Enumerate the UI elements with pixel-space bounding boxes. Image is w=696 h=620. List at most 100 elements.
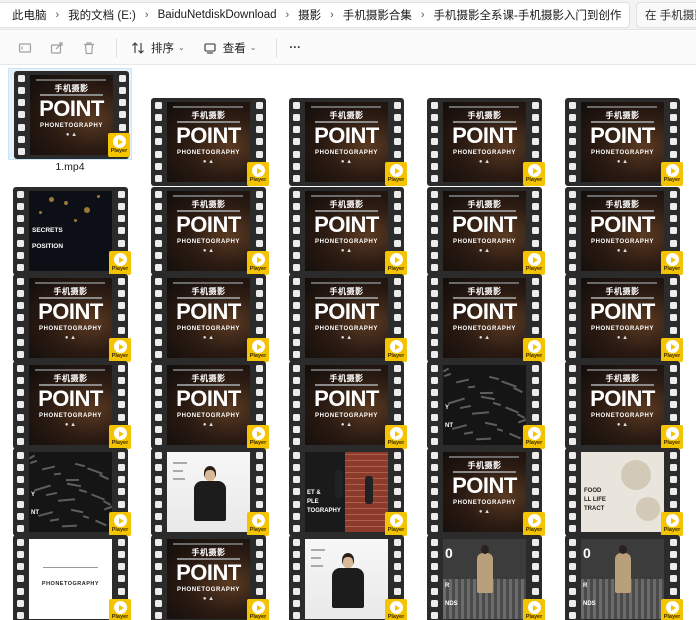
video-thumbnail[interactable]: ET & PLE TOGRAPHY Player bbox=[284, 446, 408, 538]
thumbnail-subtitle-text: PHONETOGRAPHY bbox=[314, 150, 379, 156]
film-sprocket-hole bbox=[430, 102, 438, 109]
film-sprocket-hole bbox=[118, 75, 126, 82]
video-thumbnail[interactable]: 0 R NDS Player bbox=[422, 533, 546, 620]
thumbnail-caption-line bbox=[173, 478, 185, 480]
player-app-icon: Player bbox=[523, 599, 545, 620]
video-thumbnail[interactable]: 0 R NDS Player bbox=[560, 533, 684, 620]
breadcrumb-chevron-icon[interactable]: › bbox=[625, 9, 629, 21]
breadcrumb-chevron-icon[interactable]: › bbox=[51, 9, 65, 21]
thumbnail-caption-line bbox=[173, 470, 183, 472]
video-thumbnail[interactable]: 手机摄影 POINT PHONETOGRAPHY ● ▲ Player bbox=[560, 185, 684, 277]
player-badge-label: Player bbox=[387, 177, 405, 183]
film-sprocket-hole bbox=[531, 215, 539, 223]
play-icon bbox=[527, 514, 541, 527]
breadcrumb-item[interactable]: 我的文档 (E:) bbox=[64, 7, 140, 23]
thumbnail-person-body bbox=[332, 568, 364, 608]
play-icon bbox=[389, 601, 403, 614]
thumbnail-title-text: POINT bbox=[176, 123, 241, 148]
view-label: 查看 bbox=[222, 42, 246, 55]
video-thumbnail[interactable]: 手机摄影 POINT PHONETOGRAPHY ● ▲ Player bbox=[146, 272, 270, 364]
share-button[interactable] bbox=[44, 35, 70, 61]
film-sprocket-hole bbox=[393, 114, 401, 122]
film-sprocket-hole bbox=[292, 512, 300, 520]
play-icon bbox=[389, 164, 403, 177]
thumbnail-subtitle-text: PHONETOGRAPHY bbox=[590, 150, 655, 156]
breadcrumb-chevron-icon[interactable]: › bbox=[416, 9, 430, 21]
film-sprocket-hole bbox=[669, 314, 677, 322]
video-thumbnail[interactable]: Y NT Player bbox=[8, 446, 132, 538]
video-thumbnail[interactable]: 手机摄影 POINT PHONETOGRAPHY ● ▲ Player bbox=[422, 272, 546, 364]
film-sprocket-hole bbox=[292, 488, 300, 496]
video-thumbnail[interactable]: 手机摄影 POINT PHONETOGRAPHY ● ▲ Player bbox=[560, 359, 684, 451]
thumbnail-dots: ● ▲ bbox=[616, 159, 629, 165]
video-thumbnail[interactable]: SECRETS POSITION Player bbox=[8, 185, 132, 277]
film-sprocket-hole bbox=[154, 191, 162, 198]
film-sprocket-hole bbox=[568, 452, 576, 459]
sort-button[interactable]: 排序 ⌄ bbox=[125, 35, 189, 61]
video-thumbnail[interactable]: 手机摄影 POINT PHONETOGRAPHY ● ▲ Player bbox=[422, 185, 546, 277]
film-sprocket-hole bbox=[292, 191, 300, 198]
film-sprocket-holes bbox=[567, 191, 577, 271]
video-thumbnail[interactable]: 手机摄影 POINT PHONETOGRAPHY ● ▲ Player bbox=[284, 359, 408, 451]
video-thumbnail[interactable]: 手机摄影 POINT PHONETOGRAPHY ● ▲ Player bbox=[560, 272, 684, 364]
film-sprocket-hole bbox=[531, 413, 539, 421]
film-sprocket-hole bbox=[531, 575, 539, 583]
breadcrumb-chevron-icon[interactable]: › bbox=[325, 9, 339, 21]
breadcrumb-chevron-icon[interactable]: › bbox=[140, 9, 154, 21]
video-thumbnail[interactable]: 手机摄影 POINT PHONETOGRAPHY ● ▲ Player bbox=[8, 272, 132, 364]
breadcrumb-item[interactable]: 摄影 bbox=[294, 7, 325, 23]
video-thumbnail[interactable]: 手机摄影 POINT PHONETOGRAPHY ● ▲ Player bbox=[284, 185, 408, 277]
play-icon bbox=[113, 601, 127, 614]
thumbnail-dots: ● ▲ bbox=[202, 596, 215, 602]
thumbnail-subtitle-text: NDS bbox=[445, 601, 458, 607]
search-input[interactable]: 在 手机摄影 bbox=[636, 2, 696, 28]
rename-button[interactable] bbox=[12, 35, 38, 61]
delete-button[interactable] bbox=[76, 35, 102, 61]
address-bar[interactable]: 此电脑 › 我的文档 (E:) › BaiduNetdiskDownload › 摄影 › 手机… bbox=[0, 2, 630, 28]
view-button[interactable]: 查看 ⌄ bbox=[197, 35, 261, 61]
video-thumbnail[interactable]: 手机摄影 POINT PHONETOGRAPHY ● ▲ Player bbox=[8, 68, 132, 160]
film-sprocket-hole bbox=[430, 314, 438, 322]
video-thumbnail[interactable]: 手机摄影 POINT PHONETOGRAPHY ● ▲ Player bbox=[422, 446, 546, 538]
film-sprocket-hole bbox=[255, 126, 263, 134]
video-thumbnail[interactable]: Y NT Player bbox=[422, 359, 546, 451]
video-thumbnail[interactable]: 手机摄影 POINT PHONETOGRAPHY ● ▲ Player bbox=[146, 185, 270, 277]
thumbnail-motion-streak bbox=[479, 391, 494, 395]
video-thumbnail[interactable]: Player bbox=[284, 533, 408, 620]
film-sprocket-hole bbox=[255, 150, 263, 158]
video-thumbnail[interactable]: 手机摄影 POINT PHONETOGRAPHY ● ▲ Player bbox=[284, 272, 408, 364]
player-badge-label: Player bbox=[525, 614, 543, 620]
video-frame-preview: 手机摄影 POINT PHONETOGRAPHY ● ▲ bbox=[581, 102, 664, 182]
thumbnail-logo-text: 手机摄影 bbox=[605, 287, 640, 296]
video-thumbnail[interactable]: PHONETOGRAPHY Player bbox=[8, 533, 132, 620]
film-sprocket-hole bbox=[117, 452, 125, 459]
video-thumbnail[interactable]: 手机摄影 POINT PHONETOGRAPHY ● ▲ Player bbox=[422, 96, 546, 188]
video-thumbnail[interactable]: 手机摄影 POINT PHONETOGRAPHY ● ▲ Player bbox=[146, 359, 270, 451]
video-thumbnail[interactable]: 手机摄影 POINT PHONETOGRAPHY ● ▲ Player bbox=[560, 96, 684, 188]
video-thumbnail[interactable]: 手机摄影 POINT PHONETOGRAPHY ● ▲ Player bbox=[284, 96, 408, 188]
breadcrumb-item[interactable]: BaiduNetdiskDownload bbox=[154, 9, 281, 21]
thumbnail-title-text: POINT bbox=[38, 299, 103, 324]
film-sprocket-hole bbox=[430, 488, 438, 496]
video-frame-preview: 手机摄影 POINT PHONETOGRAPHY ● ▲ bbox=[29, 278, 112, 358]
breadcrumb-item[interactable]: 此电脑 bbox=[8, 7, 51, 23]
film-sprocket-hole bbox=[117, 239, 125, 247]
film-sprocket-hole bbox=[531, 488, 539, 496]
film-sprocket-hole bbox=[154, 114, 162, 122]
film-sprocket-hole bbox=[16, 437, 24, 445]
video-thumbnail[interactable]: FOOD LL LIFE TRACT Player bbox=[560, 446, 684, 538]
film-sprocket-hole bbox=[16, 488, 24, 496]
film-sprocket-holes bbox=[15, 191, 25, 271]
film-sprocket-holes bbox=[15, 539, 25, 619]
more-options-button[interactable]: ··· bbox=[285, 35, 305, 61]
video-thumbnail[interactable]: 手机摄影 POINT PHONETOGRAPHY ● ▲ Player bbox=[146, 96, 270, 188]
film-sprocket-hole bbox=[393, 389, 401, 397]
video-thumbnail[interactable]: 手机摄影 POINT PHONETOGRAPHY ● ▲ Player bbox=[146, 533, 270, 620]
video-thumbnail[interactable]: 手机摄影 POINT PHONETOGRAPHY ● ▲ Player bbox=[8, 359, 132, 451]
breadcrumb-item[interactable]: 手机摄影合集 bbox=[339, 7, 416, 23]
breadcrumb-chevron-icon[interactable]: › bbox=[280, 9, 294, 21]
thumbnail-title-text: POINT bbox=[176, 386, 241, 411]
breadcrumb-item[interactable]: 手机摄影全系课-手机摄影入门到创作 bbox=[430, 7, 626, 23]
film-sprocket-holes bbox=[429, 539, 439, 619]
video-thumbnail[interactable]: Player bbox=[146, 446, 270, 538]
